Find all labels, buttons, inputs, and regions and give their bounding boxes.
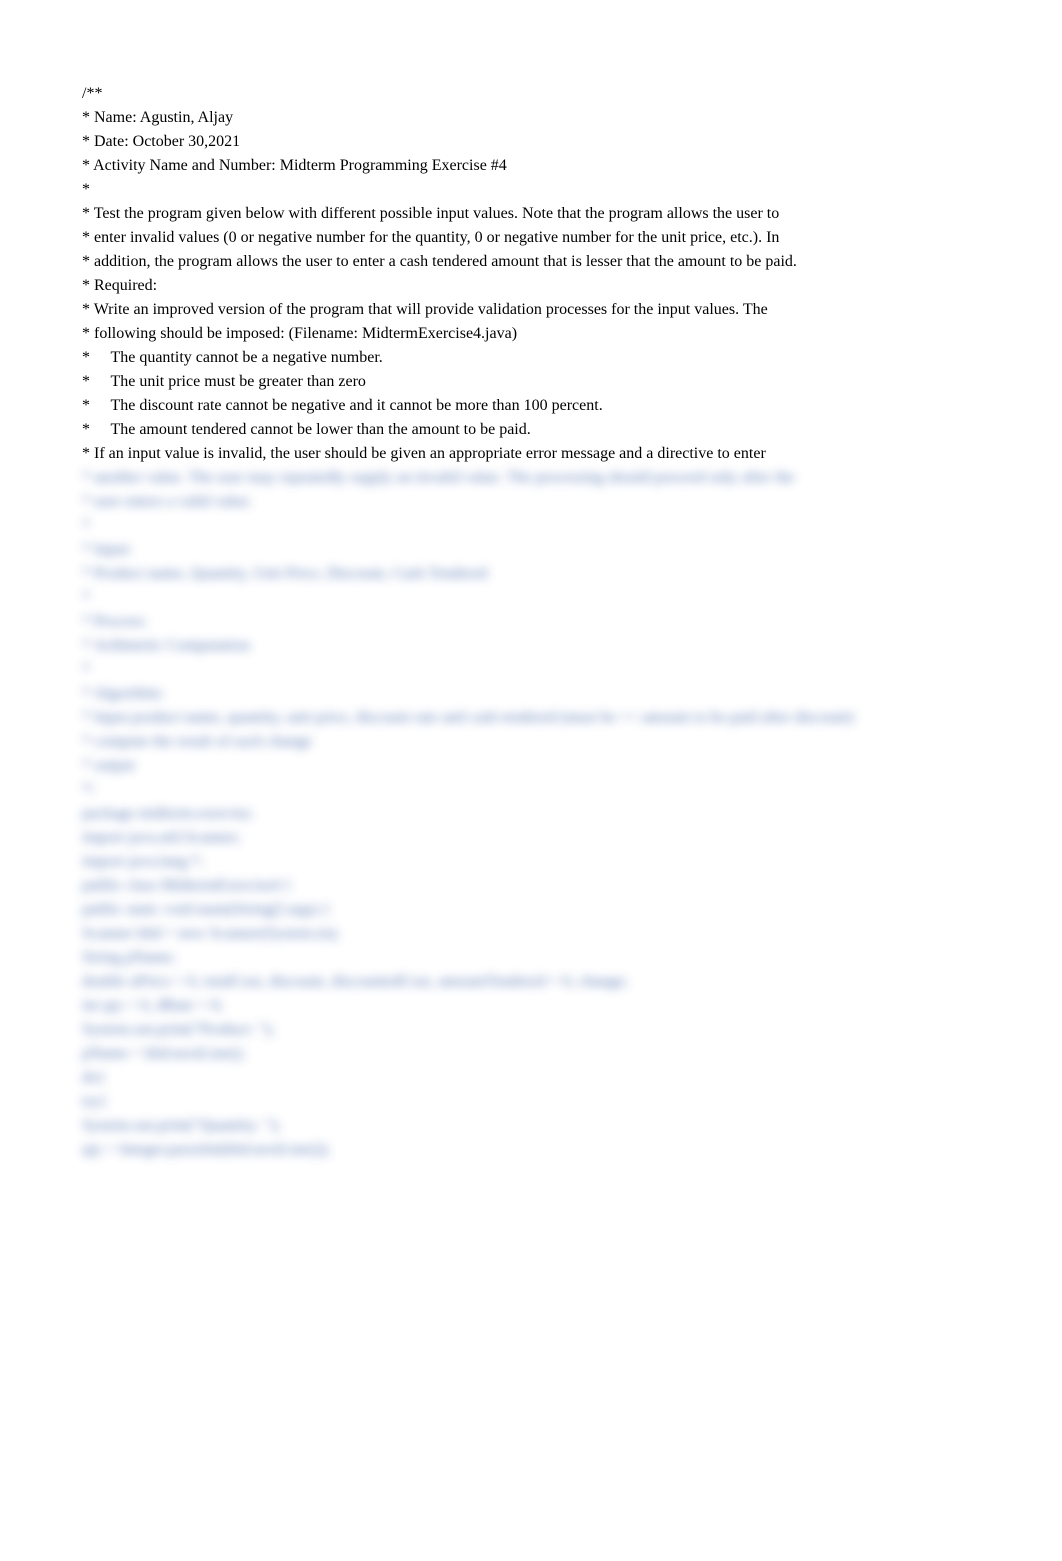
code-line: * user enters a valid value. bbox=[82, 490, 980, 514]
code-line: * bbox=[82, 658, 980, 682]
document-page: /** * Name: Agustin, Aljay * Date: Octob… bbox=[0, 0, 1062, 1202]
code-line: * output bbox=[82, 754, 980, 778]
code-line: * bbox=[82, 514, 980, 538]
code-line: *  The amount tendered cannot be lower … bbox=[82, 418, 980, 442]
code-line: *  The unit price must be greater than … bbox=[82, 370, 980, 394]
code-line: package midterm.exercise; bbox=[82, 802, 980, 826]
code-line: * Arithmetic Computation bbox=[82, 634, 980, 658]
code-line: * bbox=[82, 178, 980, 202]
code-line: */ bbox=[82, 778, 980, 802]
code-line: * compute the result of each change bbox=[82, 730, 980, 754]
blurred-code-block: * another value. The user may repeatedly… bbox=[82, 466, 980, 1162]
code-line: * another value. The user may repeatedly… bbox=[82, 466, 980, 490]
code-line: public class MidtermExercise4 { bbox=[82, 874, 980, 898]
code-line: * Date: October 30,2021 bbox=[82, 130, 980, 154]
code-line: int qty = 0, dRate = 0; bbox=[82, 994, 980, 1018]
code-line: String pName; bbox=[82, 946, 980, 970]
code-line: * Algorithm: bbox=[82, 682, 980, 706]
code-line: * Product name, Quantity, Unit Price, Di… bbox=[82, 562, 980, 586]
code-line: try{ bbox=[82, 1090, 980, 1114]
code-line: public static void main(String[] args) { bbox=[82, 898, 980, 922]
code-line: * If an input value is invalid, the user… bbox=[82, 442, 980, 466]
code-line: * Test the program given below with diff… bbox=[82, 202, 980, 226]
code-line: /** bbox=[82, 82, 980, 106]
code-line: * Input: bbox=[82, 538, 980, 562]
code-line: import java.util.Scanner; bbox=[82, 826, 980, 850]
code-line: * Process: bbox=[82, 610, 980, 634]
code-line: pName = kbd.nextLine(); bbox=[82, 1042, 980, 1066]
code-line: import java.lang.*; bbox=[82, 850, 980, 874]
code-line: System.out.print("Quantity: "); bbox=[82, 1114, 980, 1138]
code-line: * Name: Agustin, Aljay bbox=[82, 106, 980, 130]
code-line: * Input product name, quantity, unit pri… bbox=[82, 706, 980, 730]
code-line: *  The quantity cannot be a negative nu… bbox=[82, 346, 980, 370]
code-line: qty = Integer.parseInt(kbd.nextLine()); bbox=[82, 1138, 980, 1162]
code-line: double uPrice = 0, totalCost, discount, … bbox=[82, 970, 980, 994]
code-line: * following should be imposed: (Filename… bbox=[82, 322, 980, 346]
code-line: do{ bbox=[82, 1066, 980, 1090]
code-line: * addition, the program allows the user … bbox=[82, 250, 980, 274]
code-line: * Write an improved version of the progr… bbox=[82, 298, 980, 322]
visible-code-block: /** * Name: Agustin, Aljay * Date: Octob… bbox=[82, 82, 980, 466]
code-line: * Required: bbox=[82, 274, 980, 298]
code-line: * enter invalid values (0 or negative nu… bbox=[82, 226, 980, 250]
code-line: *  The discount rate cannot be negative… bbox=[82, 394, 980, 418]
code-line: Scanner kbd = new Scanner(System.in); bbox=[82, 922, 980, 946]
code-line: * Activity Name and Number: Midterm Prog… bbox=[82, 154, 980, 178]
code-line: System.out.print("Product: "); bbox=[82, 1018, 980, 1042]
code-line: * bbox=[82, 586, 980, 610]
